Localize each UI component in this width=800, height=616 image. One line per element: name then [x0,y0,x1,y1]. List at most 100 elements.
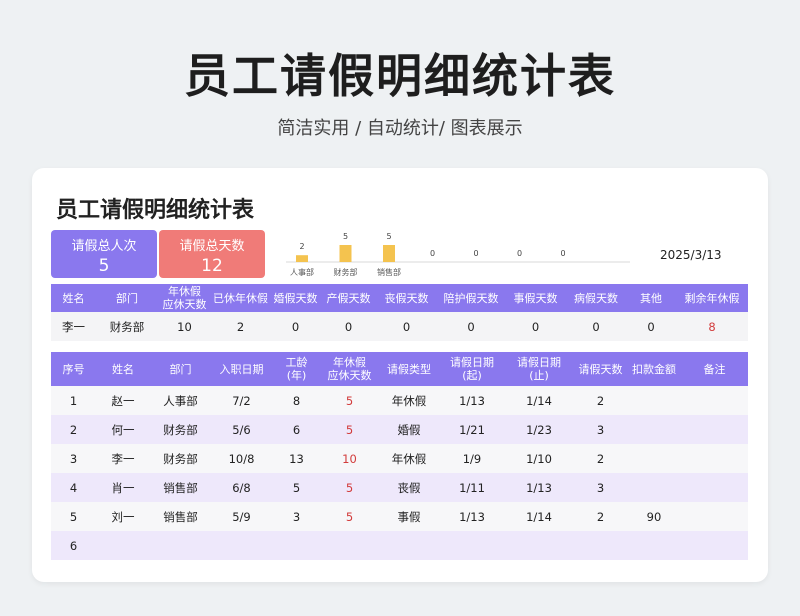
detail-header-11: 备注 [681,352,748,386]
detail-header-3: 入职日期 [211,352,272,386]
table-cell: 5 [321,502,378,531]
summary-header-row: 姓名 部门 年休假 应休天数 已休年休假 婚假天数 产假天数 丧假天数 陪护假天数 事假天数 病假天… [51,284,748,312]
summary-cell: 10 [158,312,211,341]
chart-data-label: 2 [299,242,304,251]
table-row: 4 肖一 销售部 6/8 5 5 丧假 1/11 1/13 3 [51,473,748,502]
page-title: 员工请假明细统计表 [184,49,616,103]
total-people-stat: 请假总人次 5 [51,230,157,278]
detail-header-8: 请假日期 (止) [504,352,574,386]
table-cell: 1/13 [440,386,504,415]
summary-table: 姓名 部门 年休假 应休天数 已休年休假 婚假天数 产假天数 丧假天数 陪护假天数 事假天数 病假天… [51,284,748,341]
summary-header-0: 姓名 [51,284,96,312]
table-cell [378,531,440,560]
table-cell: 1/10 [504,444,574,473]
summary-header-5: 产假天数 [321,284,376,312]
detail-header-5: 年休假 应休天数 [321,352,378,386]
table-cell: 5 [51,502,96,531]
table-cell: 1/11 [440,473,504,502]
table-cell: 1/13 [440,502,504,531]
table-cell: 婚假 [378,415,440,444]
summary-cell: 财务部 [96,312,158,341]
table-cell [440,531,504,560]
table-cell: 1/14 [504,502,574,531]
table-cell: 年休假 [378,386,440,415]
table-cell: 财务部 [150,444,211,473]
table-cell [681,502,748,531]
table-cell: 1/14 [504,386,574,415]
table-row: 5 刘一 销售部 5/9 3 5 事假 1/13 1/14 2 90 [51,502,748,531]
summary-cell: 0 [505,312,566,341]
table-cell: 3 [574,415,627,444]
table-cell: 3 [272,502,321,531]
table-row: 1 赵一 人事部 7/2 8 5 年休假 1/13 1/14 2 [51,386,748,415]
table-cell: 丧假 [378,473,440,502]
table-cell: 年休假 [378,444,440,473]
summary-header-4: 婚假天数 [270,284,321,312]
table-cell: 5 [321,415,378,444]
report-card: 员工请假明细统计表 请假总人次 5 请假总天数 12 2 人事部 5 财务部 5 销售部 0… [32,168,768,582]
total-days-label: 请假总天数 [179,239,245,254]
table-cell: 李一 [96,444,150,473]
table-cell: 2 [574,386,627,415]
table-cell [627,386,681,415]
table-cell [150,531,211,560]
summary-cell: 李一 [51,312,96,341]
table-cell: 1/23 [504,415,574,444]
detail-header-10: 扣款金额 [627,352,681,386]
table-cell: 6 [272,415,321,444]
page-subtitle: 简洁实用 / 自动统计/ 图表展示 [277,118,523,139]
table-cell: 2 [51,415,96,444]
chart-category-label: 销售部 [377,267,401,277]
summary-cell: 0 [376,312,437,341]
total-people-value: 5 [98,256,110,276]
detail-body: 1 赵一 人事部 7/2 8 5 年休假 1/13 1/14 2 2 何一 财务部 5/6 6 5 婚假 1/21… [51,386,748,560]
table-cell: 5/6 [211,415,272,444]
table-cell [211,531,272,560]
table-cell: 6 [51,531,96,560]
summary-cell: 0 [321,312,376,341]
table-cell: 何一 [96,415,150,444]
report-date: 2025/3/13 [660,248,722,262]
table-row: 3 李一 财务部 10/8 13 10 年休假 1/9 1/10 2 [51,444,748,473]
chart-data-label: 5 [386,232,391,241]
table-cell: 4 [51,473,96,502]
summary-cell: 0 [626,312,676,341]
table-cell [627,531,681,560]
table-cell: 肖一 [96,473,150,502]
table-cell: 1/13 [504,473,574,502]
table-cell [574,531,627,560]
detail-header-0: 序号 [51,352,96,386]
table-cell: 90 [627,502,681,531]
table-cell: 5 [272,473,321,502]
table-cell [681,415,748,444]
table-cell: 赵一 [96,386,150,415]
summary-header-6: 丧假天数 [376,284,437,312]
chart-data-label: 0 [473,249,478,258]
table-cell: 3 [51,444,96,473]
table-cell [627,415,681,444]
table-cell: 8 [272,386,321,415]
summary-cell: 2 [211,312,270,341]
detail-header-1: 姓名 [96,352,150,386]
chart-bar [296,255,308,262]
table-cell: 1 [51,386,96,415]
table-cell: 10/8 [211,444,272,473]
summary-cell: 0 [437,312,505,341]
table-cell [681,531,748,560]
table-cell [681,386,748,415]
chart-data-label: 5 [343,232,348,241]
detail-header-4: 工龄 (年) [272,352,321,386]
table-cell: 7/2 [211,386,272,415]
summary-header-1: 部门 [96,284,158,312]
summary-row: 李一 财务部 10 2 0 0 0 0 0 0 0 8 [51,312,748,341]
table-cell: 10 [321,444,378,473]
table-cell: 5/9 [211,502,272,531]
summary-header-3: 已休年休假 [211,284,270,312]
chart-bar [339,245,352,262]
detail-header-7: 请假日期 (起) [440,352,504,386]
table-cell [627,473,681,502]
table-cell: 销售部 [150,502,211,531]
summary-header-10: 其他 [626,284,676,312]
table-cell: 刘一 [96,502,150,531]
chart-data-label: 0 [517,249,522,258]
